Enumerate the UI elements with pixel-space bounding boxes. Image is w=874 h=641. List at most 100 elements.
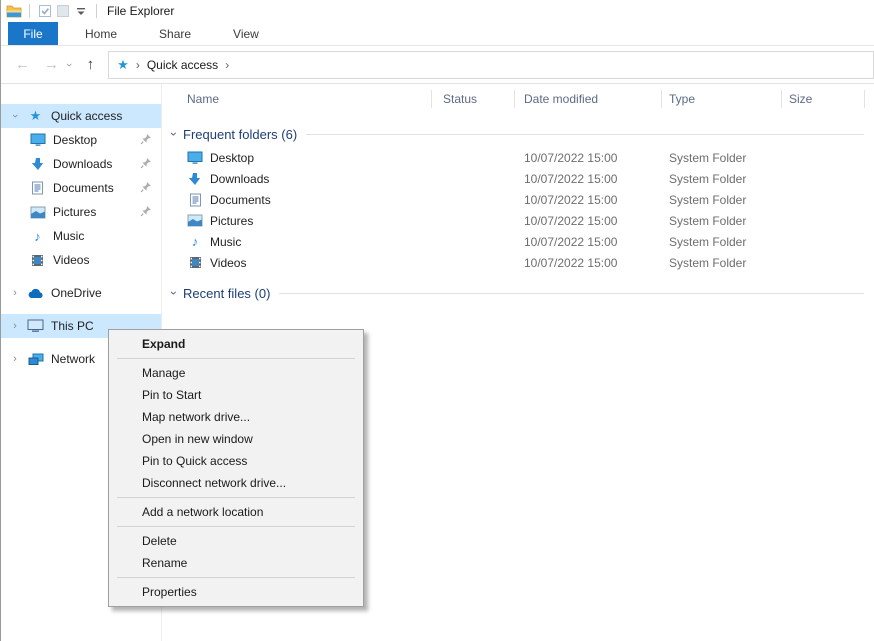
sidebar-group-gap: [1, 305, 161, 314]
file-name: Desktop: [210, 151, 254, 165]
this-pc-context-menu: Expand Manage Pin to Start Map network d…: [108, 329, 364, 607]
file-explorer-icon: [5, 2, 23, 20]
group-header-recent-files[interactable]: › Recent files (0): [172, 283, 874, 303]
file-type: System Folder: [662, 193, 782, 207]
file-type: System Folder: [662, 214, 782, 228]
file-date-modified: 10/07/2022 15:00: [515, 256, 662, 270]
sidebar-item-pictures[interactable]: Pictures: [1, 200, 161, 224]
sidebar-item-label: Videos: [53, 253, 161, 267]
menu-item-expand[interactable]: Expand: [109, 333, 363, 355]
sidebar-item-music[interactable]: ♪ Music: [1, 224, 161, 248]
table-row-music[interactable]: ♪ Music 10/07/2022 15:00 System Folder: [172, 231, 874, 252]
file-date-modified: 10/07/2022 15:00: [515, 193, 662, 207]
documents-icon: [187, 192, 203, 207]
menu-item-pin-to-start[interactable]: Pin to Start: [109, 384, 363, 406]
menu-item-rename[interactable]: Rename: [109, 552, 363, 574]
sidebar-item-label: Desktop: [53, 133, 140, 147]
file-name: Music: [210, 235, 241, 249]
group-header-rule: [279, 293, 864, 294]
onedrive-icon: [27, 285, 44, 301]
tab-home[interactable]: Home: [70, 22, 132, 45]
tab-share[interactable]: Share: [144, 22, 206, 45]
file-type: System Folder: [662, 235, 782, 249]
pictures-icon: [29, 204, 46, 220]
menu-separator: [117, 358, 355, 359]
chevron-expanded-icon[interactable]: ›: [167, 291, 181, 295]
breadcrumb-chevron-icon[interactable]: ›: [225, 58, 229, 72]
qat-new-folder-icon[interactable]: [54, 2, 72, 20]
pin-icon: [140, 157, 152, 172]
sidebar-item-label: Quick access: [51, 109, 161, 123]
sidebar-item-label: OneDrive: [51, 286, 161, 300]
pictures-icon: [187, 213, 203, 228]
chevron-collapsed-icon[interactable]: ›: [9, 353, 21, 365]
table-row-documents[interactable]: Documents 10/07/2022 15:00 System Folder: [172, 189, 874, 210]
pin-icon: [140, 181, 152, 196]
breadcrumb-chevron-icon[interactable]: ›: [136, 58, 140, 72]
address-bar[interactable]: ★ › Quick access ›: [108, 51, 874, 79]
file-date-modified: 10/07/2022 15:00: [515, 172, 662, 186]
desktop-icon: [29, 132, 46, 148]
sidebar-item-label: Downloads: [53, 157, 140, 171]
chevron-expanded-icon[interactable]: ›: [167, 132, 181, 136]
documents-icon: [29, 180, 46, 196]
tab-view[interactable]: View: [218, 22, 274, 45]
chevron-collapsed-icon[interactable]: ›: [9, 320, 21, 332]
menu-separator: [117, 526, 355, 527]
chevron-expanded-icon[interactable]: ›: [9, 110, 21, 122]
sidebar-item-documents[interactable]: Documents: [1, 176, 161, 200]
qat-customize-dropdown-icon[interactable]: [72, 2, 90, 20]
sidebar-item-downloads[interactable]: Downloads: [1, 152, 161, 176]
window-title: File Explorer: [107, 4, 174, 18]
file-name: Documents: [210, 193, 271, 207]
menu-separator: [117, 497, 355, 498]
column-header-status[interactable]: Status: [432, 90, 515, 108]
file-name: Videos: [210, 256, 246, 270]
chevron-collapsed-icon[interactable]: ›: [9, 287, 21, 299]
breadcrumb-quick-access[interactable]: Quick access: [147, 58, 218, 72]
group-label: Recent files (0): [183, 286, 270, 301]
group-label: Frequent folders (6): [183, 127, 297, 142]
group-header-frequent-folders[interactable]: › Frequent folders (6): [172, 124, 874, 144]
tab-file[interactable]: File: [8, 22, 58, 45]
videos-icon: [29, 252, 46, 268]
menu-item-add-a-network-location[interactable]: Add a network location: [109, 501, 363, 523]
table-row-desktop[interactable]: Desktop 10/07/2022 15:00 System Folder: [172, 147, 874, 168]
sidebar-item-videos[interactable]: Videos: [1, 248, 161, 272]
sidebar-item-onedrive[interactable]: › OneDrive: [1, 281, 161, 305]
group-header-rule: [306, 134, 864, 135]
music-icon: ♪: [187, 234, 203, 249]
qat-properties-icon[interactable]: [36, 2, 54, 20]
menu-item-pin-to-quick-access[interactable]: Pin to Quick access: [109, 450, 363, 472]
back-button[interactable]: ←: [15, 57, 30, 72]
forward-button[interactable]: →: [44, 57, 59, 72]
recent-locations-dropdown-icon[interactable]: ›: [63, 63, 75, 67]
table-row-pictures[interactable]: Pictures 10/07/2022 15:00 System Folder: [172, 210, 874, 231]
menu-item-manage[interactable]: Manage: [109, 362, 363, 384]
videos-icon: [187, 255, 203, 270]
menu-item-open-in-new-window[interactable]: Open in new window: [109, 428, 363, 450]
this-pc-icon: [27, 318, 44, 334]
menu-item-disconnect-network-drive[interactable]: Disconnect network drive...: [109, 472, 363, 494]
downloads-icon: [29, 156, 46, 172]
file-name: Pictures: [210, 214, 253, 228]
file-date-modified: 10/07/2022 15:00: [515, 151, 662, 165]
sidebar-item-quick-access[interactable]: › ★ Quick access: [1, 104, 161, 128]
table-row-videos[interactable]: Videos 10/07/2022 15:00 System Folder: [172, 252, 874, 273]
menu-item-delete[interactable]: Delete: [109, 530, 363, 552]
menu-item-properties[interactable]: Properties: [109, 581, 363, 603]
ribbon-tab-bar: File Home Share View: [1, 22, 874, 46]
titlebar-separator: [96, 4, 97, 18]
sidebar-item-label: Music: [53, 229, 161, 243]
file-name: Downloads: [210, 172, 269, 186]
up-button[interactable]: ↑: [87, 57, 95, 72]
titlebar-separator: [29, 4, 30, 18]
table-row-downloads[interactable]: Downloads 10/07/2022 15:00 System Folder: [172, 168, 874, 189]
column-header-name[interactable]: Name: [172, 90, 432, 108]
column-header-size[interactable]: Size: [782, 90, 865, 108]
column-header-type[interactable]: Type: [662, 90, 782, 108]
sidebar-item-desktop[interactable]: Desktop: [1, 128, 161, 152]
file-date-modified: 10/07/2022 15:00: [515, 214, 662, 228]
menu-item-map-network-drive[interactable]: Map network drive...: [109, 406, 363, 428]
column-header-date-modified[interactable]: Date modified: [515, 90, 662, 108]
